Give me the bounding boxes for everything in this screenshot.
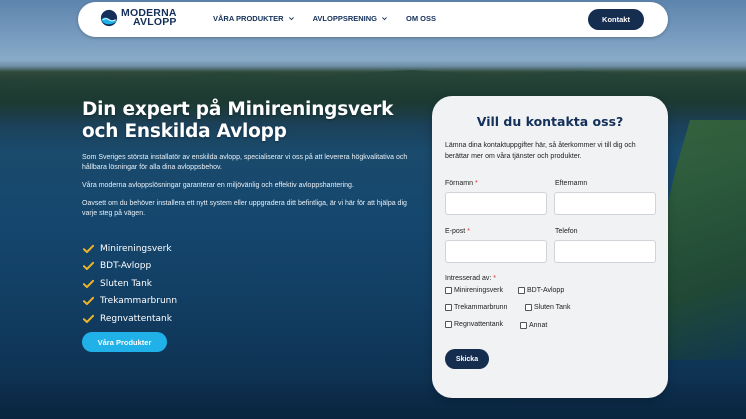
first-name-field[interactable] [445,192,547,215]
form-intro: Lämna dina kontaktuppgifter här, så åter… [445,142,636,160]
brand-logo[interactable]: MODERNA AVLOPP [100,8,177,28]
nav-label: VÅRA PRODUKTER [213,14,284,23]
checkbox[interactable] [520,322,527,329]
check-icon [83,297,94,306]
checkbox-label: BDT-Avlopp [527,287,565,294]
list-item-label: Sluten Tank [100,278,152,289]
submit-button[interactable]: Skicka [445,349,489,369]
checkbox-label: Minireningsverk [454,287,504,294]
required-mark: * [474,180,478,187]
hero-title: Din expert på Minireningsverk och Enskil… [82,99,412,143]
last-name-field[interactable] [554,192,656,215]
list-item-label: Regnvattentank [100,313,172,324]
our-products-button[interactable]: Våra Produkter [82,332,167,352]
label-text: Förnamn [445,180,474,187]
nav-item-vara-produkter[interactable]: VÅRA PRODUKTER [213,14,295,23]
hero-title-line-1: Din expert på Minireningsverk [82,99,394,120]
list-item: Sluten Tank [83,275,177,293]
checkbox[interactable] [445,287,452,294]
chevron-down-icon [382,17,387,21]
hero-title-line-2: och Enskilda Avlopp [82,121,287,142]
logo-wordmark: MODERNA AVLOPP [121,8,177,28]
label-text: Intresserad av: [445,275,492,282]
required-mark: * [467,228,470,235]
checkbox-label: Regnvattentank [454,321,504,328]
first-name-label: Förnamn * [445,180,478,187]
check-icon [83,314,94,323]
check-icon [83,279,94,288]
interest-label: Intresserad av: * [445,275,496,282]
checkbox-annat[interactable]: Annat [520,322,547,329]
last-name-label: Efternamn [555,180,587,187]
form-title: Vill du kontakta oss? [476,114,624,129]
checkbox-bdt-avlopp[interactable]: BDT-Avlopp [518,287,564,294]
nav-item-avloppsrening[interactable]: AVLOPPSRENING [313,14,388,23]
nav-label: OM OSS [406,14,437,23]
checkbox-regnvattentank[interactable]: Regnvattentank [445,321,503,328]
checkbox[interactable] [525,304,532,311]
hero-paragraph-3: Oavsett om du behöver installera ett nyt… [82,200,407,217]
logo-line-2: AVLOPP [133,16,177,28]
checkbox-minireningsverk[interactable]: Minireningsverk [445,287,503,294]
required-mark: * [493,275,496,282]
contact-form-card: Vill du kontakta oss? Lämna dina kontakt… [432,96,668,398]
label-text: E-post [445,228,466,235]
list-item-label: Trekammarbrunn [100,296,178,307]
list-item: Minireningsverk [83,240,177,258]
list-item: Trekammarbrunn [83,293,177,311]
drop-wave-logo-icon [100,9,118,27]
chevron-down-icon [288,17,294,21]
feature-checklist: Minireningsverk BDT-Avlopp Sluten Tank T… [83,240,177,328]
list-item: BDT-Avlopp [83,258,177,276]
phone-field[interactable] [554,240,656,263]
top-navbar: MODERNA AVLOPP VÅRA PRODUKTER AVLOPPSREN… [78,2,668,37]
label-text: Telefon [555,228,578,235]
list-item-label: BDT-Avlopp [100,261,152,272]
checkbox-label: Sluten Tank [534,304,571,311]
check-icon [83,244,94,253]
list-item: Regnvattentank [83,310,177,328]
checkbox-label: Annat [529,322,548,329]
phone-label: Telefon [555,228,578,235]
check-icon [83,262,94,271]
main-nav: VÅRA PRODUKTER AVLOPPSRENING OM OSS [213,14,436,23]
hero-paragraph-1: Som Sveriges största installatör av ensk… [82,154,408,171]
email-field[interactable] [445,240,547,263]
checkbox-label: Trekammarbrunn [454,304,508,311]
contact-button[interactable]: Kontakt [588,9,644,30]
label-text: Efternamn [555,180,588,187]
email-label: E-post * [445,228,470,235]
checkbox-sluten-tank[interactable]: Sluten Tank [525,304,570,311]
checkbox[interactable] [445,321,452,328]
checkbox-trekammarbrunn[interactable]: Trekammarbrunn [445,304,507,311]
list-item-label: Minireningsverk [100,243,172,254]
checkbox[interactable] [445,304,452,311]
hero-section: Din expert på Minireningsverk och Enskil… [82,99,412,219]
checkbox[interactable] [518,287,525,294]
hero-paragraph-2: Våra moderna avloppslösningar garanterar… [82,182,354,189]
nav-item-om-oss[interactable]: OM OSS [406,14,436,23]
nav-label: AVLOPPSRENING [312,14,378,23]
